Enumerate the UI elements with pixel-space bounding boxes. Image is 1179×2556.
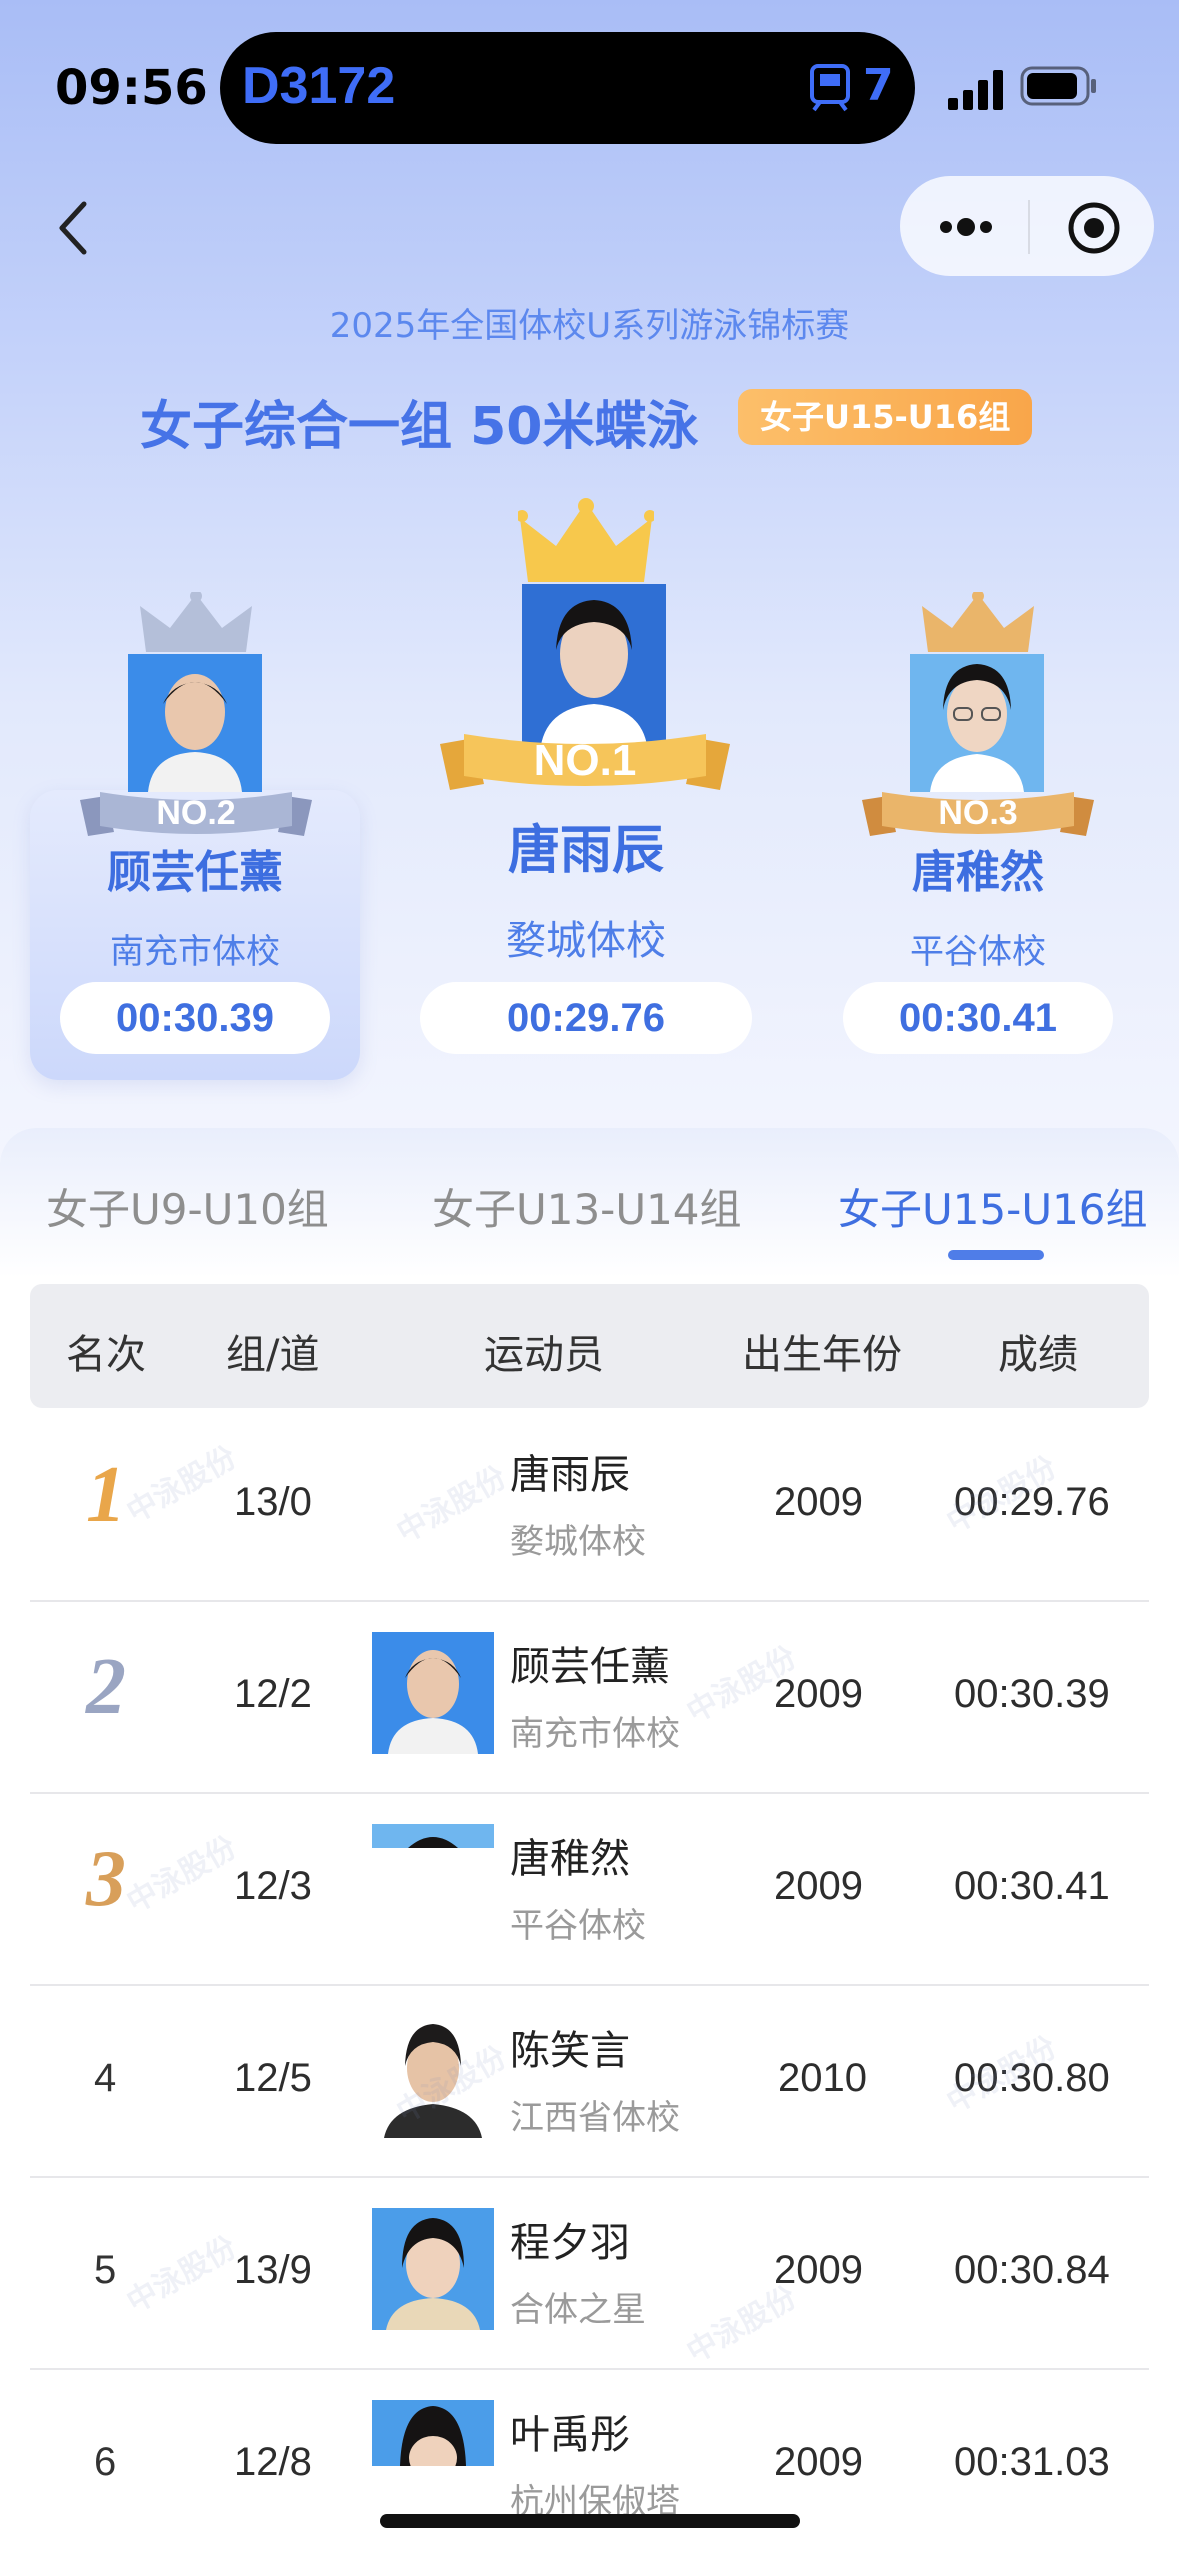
birth-year: 2009: [774, 2248, 863, 2292]
athlete-school: 南充市体校: [510, 1714, 680, 1754]
heat-lane: 13/0: [234, 1480, 312, 1524]
rank-medal-silver: 2: [86, 1643, 126, 1731]
podium-time-first: 00:29.76: [420, 982, 752, 1054]
group-badge: 女子U15-U16组: [738, 389, 1033, 445]
athlete-name: 程夕羽: [510, 2220, 630, 2266]
result-time: 00:30.84: [954, 2248, 1110, 2292]
rank-medal-gold: 1: [86, 1451, 126, 1539]
heat-lane: 12/3: [234, 1864, 312, 1908]
birth-year: 2010: [778, 2056, 867, 2100]
event-title: 女子综合一组 50米蝶泳: [140, 397, 699, 457]
podium-time-second: 00:30.39: [60, 982, 330, 1054]
athlete-name: 顾芸任薰: [510, 1644, 670, 1690]
athlete-thumbnail: [372, 2400, 494, 2466]
birth-year: 2009: [774, 1480, 863, 1524]
result-time: 00:31.03: [954, 2440, 1110, 2484]
podium-name-first: 唐雨辰: [507, 821, 664, 881]
birth-year: 2009: [774, 1864, 863, 1908]
tab-u9-u10[interactable]: 女子U9-U10组: [46, 1176, 329, 1237]
podium-name-second: 顾芸任薰: [107, 847, 283, 898]
more-icon[interactable]: [936, 214, 996, 240]
tab-u15-u16[interactable]: 女子U15-U16组: [838, 1176, 1148, 1237]
battery-icon: [1020, 66, 1096, 106]
athlete-thumbnail: [372, 1824, 494, 1848]
athlete-thumbnail: [372, 2208, 494, 2330]
athlete-name: 叶禹彤: [510, 2412, 630, 2458]
heat-lane: 12/8: [234, 2440, 312, 2484]
tab-active-indicator: [948, 1250, 1044, 1260]
athlete-school: 平谷体校: [510, 1906, 646, 1946]
heat-lane: 12/2: [234, 1672, 312, 1716]
bronze-crown-icon: [922, 592, 1034, 652]
heat-lane: 12/5: [234, 2056, 312, 2100]
tab-u13-u14[interactable]: 女子U13-U14组: [432, 1176, 742, 1237]
result-time: 00:30.41: [954, 1864, 1110, 1908]
col-athlete: 运动员: [484, 1332, 604, 1378]
home-indicator[interactable]: [380, 2514, 800, 2528]
gold-crown-icon: [518, 498, 654, 582]
result-time: 00:30.39: [954, 1672, 1110, 1716]
podium-school-third: 平谷体校: [910, 932, 1046, 972]
heat-lane: 13/9: [234, 2248, 312, 2292]
result-time: 00:29.76: [954, 1480, 1110, 1524]
silver-crown-icon: [140, 592, 252, 652]
athlete-photo-third: [910, 654, 1044, 792]
back-icon[interactable]: [50, 196, 100, 260]
podium-rank-second: NO.2: [156, 794, 236, 832]
capsule-divider: [1028, 200, 1030, 254]
podium-name-third: 唐稚然: [912, 847, 1044, 898]
athlete-school: 婺城体校: [510, 1522, 646, 1562]
competition-name: 2025年全国体校U系列游泳锦标赛: [329, 306, 850, 346]
close-target-icon[interactable]: [1066, 200, 1122, 256]
athlete-name: 唐雨辰: [510, 1452, 630, 1498]
podium-school-second: 南充市体校: [110, 932, 280, 972]
athlete-thumbnail: [372, 2016, 494, 2138]
col-result: 成绩: [998, 1332, 1078, 1378]
athlete-school: 江西省体校: [510, 2098, 680, 2138]
status-time: 09:56: [55, 60, 208, 116]
col-heat-lane: 组/道: [226, 1332, 320, 1378]
athlete-thumbnail: [372, 1632, 494, 1754]
live-activity-count: 7: [863, 60, 894, 111]
train-icon: [810, 64, 850, 112]
podium-rank-first: NO.1: [533, 736, 637, 785]
rank-number: 6: [94, 2440, 117, 2484]
athlete-name: 陈笑言: [510, 2028, 630, 2074]
athlete-school: 合体之星: [510, 2290, 646, 2330]
athlete-name: 唐稚然: [510, 1836, 630, 1882]
col-rank: 名次: [66, 1332, 146, 1378]
live-activity-code: D3172: [242, 57, 396, 115]
rank-medal-bronze: 3: [86, 1835, 126, 1923]
birth-year: 2009: [774, 2440, 863, 2484]
col-birth-year: 出生年份: [742, 1332, 902, 1378]
rank-number: 5: [94, 2248, 117, 2292]
signal-icon: [948, 70, 1003, 110]
athlete-photo-second: [128, 654, 262, 792]
result-time: 00:30.80: [954, 2056, 1110, 2100]
podium-time-third: 00:30.41: [843, 982, 1113, 1054]
birth-year: 2009: [774, 1672, 863, 1716]
rank-number: 4: [94, 2056, 117, 2100]
podium-school-first: 婺城体校: [506, 918, 666, 964]
